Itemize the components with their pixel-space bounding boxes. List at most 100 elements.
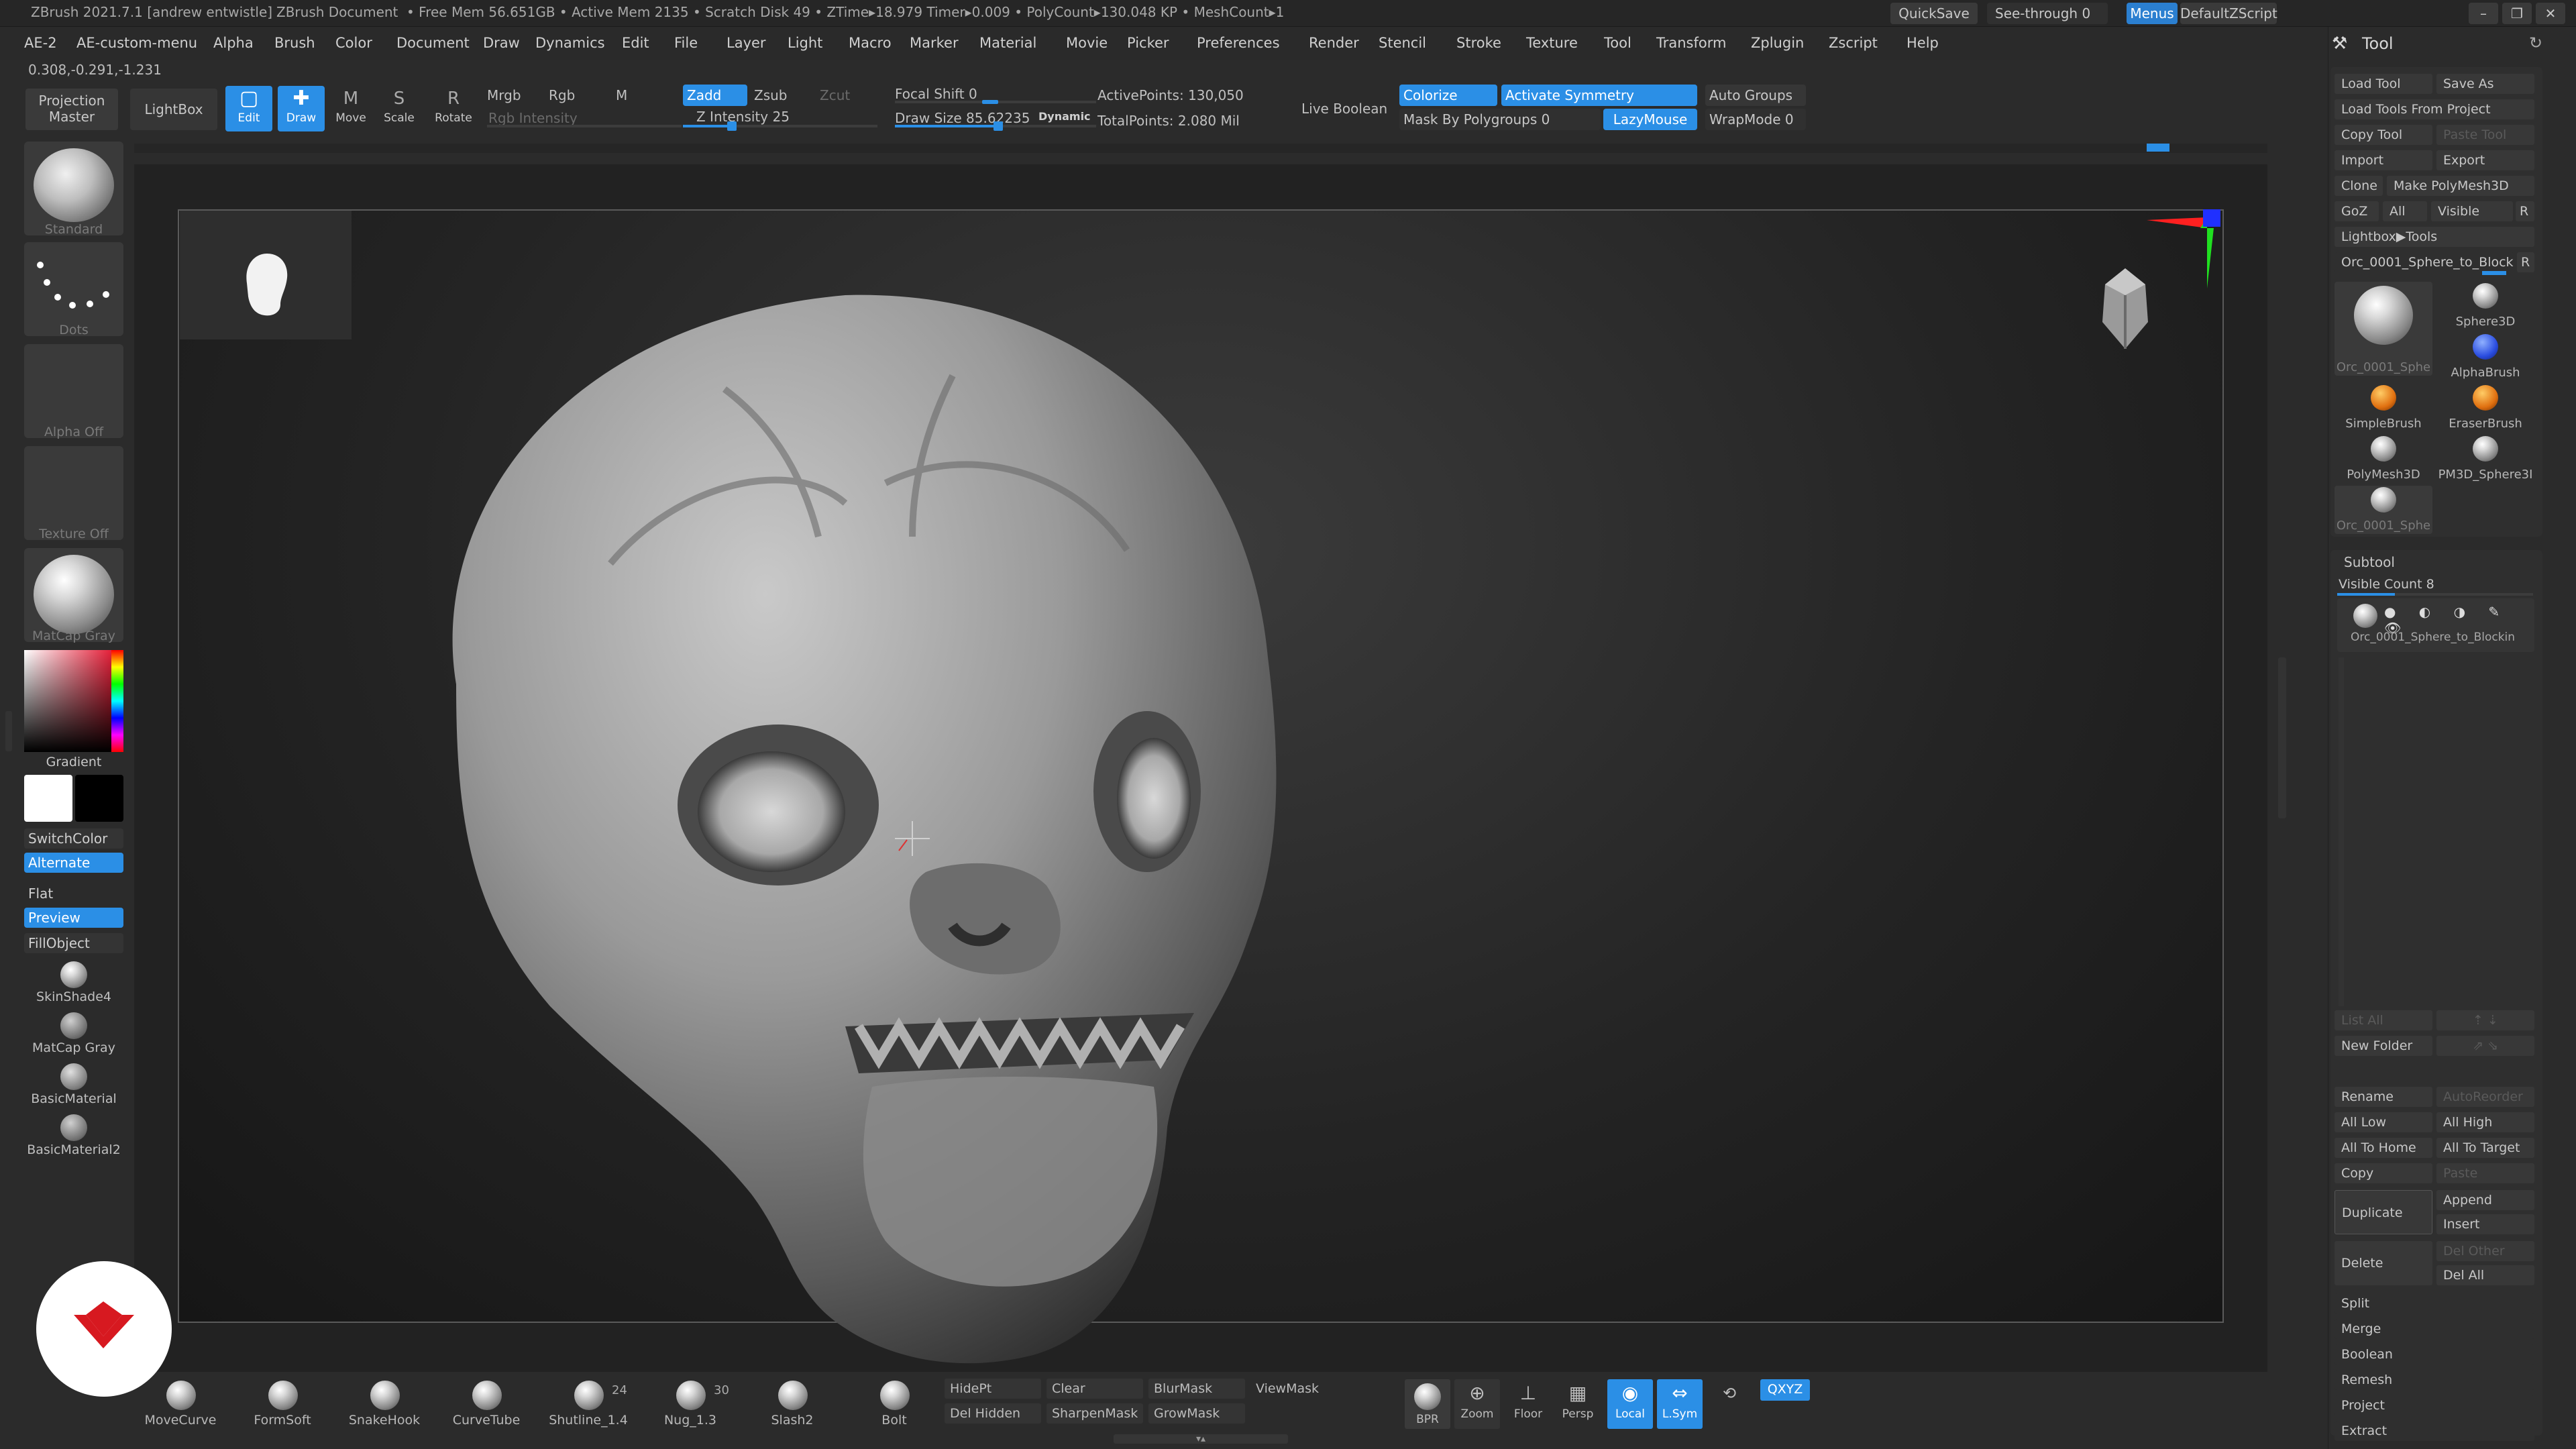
- fillobject-button[interactable]: FillObject: [24, 933, 123, 953]
- menu-tool[interactable]: Tool: [1604, 35, 1631, 51]
- menu-brush[interactable]: Brush: [274, 35, 315, 51]
- clear-button[interactable]: Clear: [1046, 1379, 1143, 1399]
- tool-menu-header[interactable]: ⚒ Tool: [2332, 34, 2394, 54]
- brush-bolt[interactable]: Bolt: [851, 1379, 938, 1428]
- colorize-button[interactable]: Colorize: [1399, 85, 1497, 106]
- canvas-scroll-thumb[interactable]: [2147, 144, 2169, 152]
- focal-shift-slider[interactable]: Focal Shift 0: [895, 86, 977, 102]
- menu-texture[interactable]: Texture: [1526, 35, 1578, 51]
- stroke-slot[interactable]: [24, 242, 123, 336]
- tool-thumb-orc-0001-sphe[interactable]: Orc_0001_Sphe: [2334, 486, 2432, 534]
- xyz-button[interactable]: QXYZ: [1760, 1379, 1810, 1401]
- basicmaterial-icon[interactable]: [60, 1063, 87, 1090]
- m-button[interactable]: M: [616, 87, 627, 103]
- brush-snakehook[interactable]: SnakeHook: [341, 1379, 428, 1428]
- skinshade4-material-icon[interactable]: [60, 961, 87, 988]
- new-folder-button[interactable]: New Folder: [2334, 1036, 2432, 1056]
- tool-thumb-orc-0001-sphe[interactable]: Orc_0001_Sphe: [2334, 282, 2432, 376]
- menu-picker[interactable]: Picker: [1127, 35, 1169, 51]
- zoom-button[interactable]: ⊕ Zoom: [1454, 1379, 1500, 1429]
- extract-section[interactable]: Extract: [2334, 1421, 2534, 1441]
- menus-button[interactable]: Menus: [2127, 3, 2178, 24]
- close-icon[interactable]: ✕: [2536, 3, 2565, 24]
- zcut-button[interactable]: Zcut: [820, 87, 850, 103]
- refresh-icon[interactable]: ↻: [2529, 34, 2542, 52]
- menu-movie[interactable]: Movie: [1066, 35, 1108, 51]
- draw-size-slider[interactable]: Draw Size 85.62235: [895, 110, 1030, 126]
- all-high-button[interactable]: All High: [2436, 1112, 2534, 1132]
- current-tool-r-button[interactable]: R: [2517, 252, 2534, 272]
- menu-alpha[interactable]: Alpha: [213, 35, 254, 51]
- minimize-icon[interactable]: –: [2469, 3, 2498, 24]
- material-slot[interactable]: [24, 548, 123, 642]
- left-tray-handle[interactable]: [5, 711, 12, 751]
- clone-button[interactable]: Clone: [2334, 176, 2383, 196]
- rename-button[interactable]: Rename: [2334, 1087, 2432, 1107]
- remesh-section[interactable]: Remesh: [2334, 1370, 2534, 1390]
- tool-thumb-alphabrush[interactable]: AlphaBrush: [2436, 333, 2534, 381]
- menu-marker[interactable]: Marker: [910, 35, 959, 51]
- save-as-button[interactable]: Save As: [2436, 74, 2534, 94]
- subtool-visibility-icons[interactable]: ● ◐ ◑ ✎ 👁: [2384, 604, 2532, 636]
- scale-button[interactable]: S Scale: [377, 86, 421, 131]
- viewmask-button[interactable]: ViewMask: [1250, 1379, 1347, 1399]
- blurmask-button[interactable]: BlurMask: [1148, 1379, 1245, 1399]
- lsym-button[interactable]: ⇔ L.Sym: [1657, 1379, 1703, 1429]
- brush-nug-1-3[interactable]: Nug_1.3 30: [647, 1379, 734, 1428]
- rotate-view-icon[interactable]: ⟲: [1716, 1383, 1743, 1410]
- skull-sculpt[interactable]: [376, 282, 1328, 1382]
- sharpenmask-button[interactable]: SharpenMask: [1046, 1403, 1143, 1424]
- goz-visible-button[interactable]: Visible: [2431, 201, 2513, 221]
- auto-groups-button[interactable]: Auto Groups: [1705, 85, 1806, 106]
- merge-section[interactable]: Merge: [2334, 1319, 2534, 1339]
- dynamic-toggle[interactable]: Dynamic: [1038, 110, 1091, 123]
- menu-material[interactable]: Material: [979, 35, 1036, 51]
- local-button[interactable]: ◉ Local: [1607, 1379, 1653, 1429]
- subtool-title[interactable]: Subtool: [2344, 554, 2395, 570]
- import-button[interactable]: Import: [2334, 150, 2432, 170]
- menu-stencil[interactable]: Stencil: [1379, 35, 1426, 51]
- tool-thumb-pm3d-sphere3i[interactable]: PM3D_Sphere3I: [2436, 435, 2534, 483]
- load-tools-from-project-button[interactable]: Load Tools From Project: [2334, 99, 2534, 119]
- alternate-button[interactable]: Alternate: [24, 853, 123, 873]
- rgb-button[interactable]: Rgb: [549, 87, 575, 103]
- move-up-icon[interactable]: ⇡ ⇣: [2436, 1010, 2534, 1030]
- rotate-button[interactable]: R Rotate: [427, 86, 480, 131]
- preview-button[interactable]: Preview: [24, 908, 123, 928]
- boolean-section[interactable]: Boolean: [2334, 1344, 2534, 1364]
- tool-thumb-eraserbrush[interactable]: EraserBrush: [2436, 384, 2534, 432]
- subtool-list-scrollbar[interactable]: [2339, 657, 2344, 1006]
- view-cube-icon[interactable]: [2085, 258, 2165, 358]
- tool-thumb-sphere3d[interactable]: Sphere3D: [2436, 282, 2534, 330]
- zsub-button[interactable]: Zsub: [754, 87, 788, 103]
- quicksave-button[interactable]: QuickSave: [1890, 3, 1978, 24]
- autoreorder-button[interactable]: AutoReorder: [2436, 1087, 2534, 1107]
- menu-macro[interactable]: Macro: [849, 35, 892, 51]
- see-through-slider[interactable]: See-through 0: [1987, 3, 2108, 24]
- projection-master-button[interactable]: Projection Master: [25, 89, 118, 130]
- current-tool-slider[interactable]: Orc_0001_Sphere_to_Block: [2334, 252, 2514, 272]
- menu-dynamics[interactable]: Dynamics: [535, 35, 605, 51]
- shelf-collapse-handle[interactable]: ▾▴: [1114, 1434, 1288, 1444]
- brush-curvetube[interactable]: CurveTube: [443, 1379, 530, 1428]
- default-zscript-button[interactable]: DefaultZScript: [2180, 3, 2277, 24]
- goz-all-button[interactable]: All: [2383, 201, 2427, 221]
- menu-ae-custom-menu[interactable]: AE-custom-menu: [76, 35, 197, 51]
- navigator-thumbnail[interactable]: [180, 211, 352, 339]
- all-to-target-button[interactable]: All To Target: [2436, 1138, 2534, 1158]
- paste-tool-button[interactable]: Paste Tool: [2436, 125, 2534, 145]
- menu-document[interactable]: Document: [396, 35, 470, 51]
- subtool-list-item[interactable]: ● ◐ ◑ ✎ 👁 Orc_0001_Sphere_to_Blockin: [2337, 598, 2534, 652]
- load-tool-button[interactable]: Load Tool: [2334, 74, 2432, 94]
- menu-draw[interactable]: Draw: [483, 35, 520, 51]
- growmask-button[interactable]: GrowMask: [1148, 1403, 1245, 1424]
- menu-light[interactable]: Light: [788, 35, 822, 51]
- menu-transform[interactable]: Transform: [1656, 35, 1726, 51]
- menu-preferences[interactable]: Preferences: [1197, 35, 1280, 51]
- hue-strip[interactable]: [111, 650, 123, 752]
- activate-symmetry-button[interactable]: Activate Symmetry: [1501, 85, 1697, 106]
- brush-slash2[interactable]: Slash2: [749, 1379, 836, 1428]
- hidept-button[interactable]: HidePt: [945, 1379, 1041, 1399]
- texture-slot[interactable]: [24, 446, 123, 540]
- make-polymesh3d-button[interactable]: Make PolyMesh3D: [2387, 176, 2534, 196]
